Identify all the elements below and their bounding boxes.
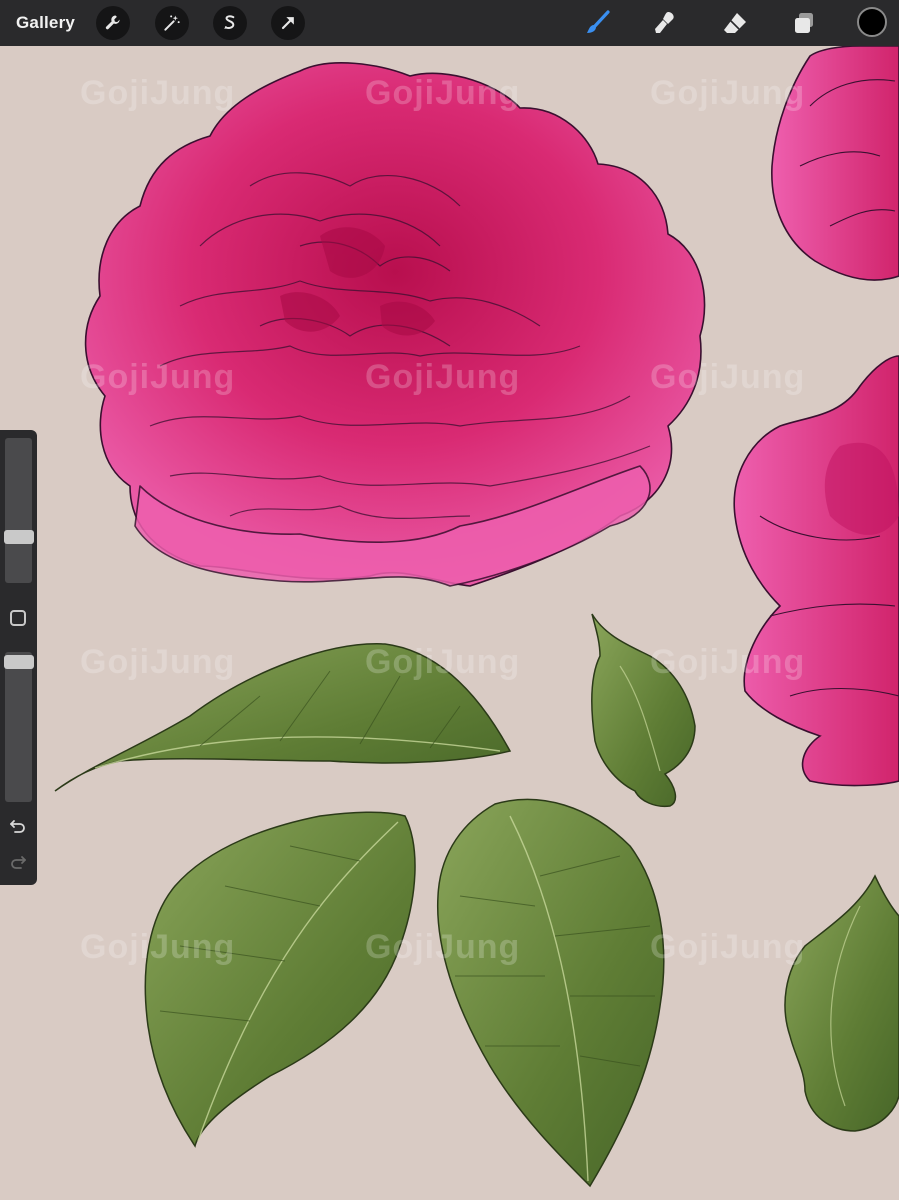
artwork (54, 46, 899, 1188)
smudge-tool[interactable] (648, 6, 682, 40)
leaf-lower-middle (436, 798, 665, 1188)
transform-arrow-icon (281, 17, 294, 30)
gallery-button[interactable]: Gallery (16, 13, 75, 33)
peony-flower (84, 62, 706, 587)
peony-partial-top (771, 46, 899, 281)
rose-bud (590, 613, 696, 808)
sidebar (0, 430, 37, 885)
brush-size-slider[interactable] (4, 438, 34, 583)
wrench-icon (105, 15, 120, 30)
leaf-horizontal (54, 643, 512, 792)
undo-icon[interactable] (8, 816, 28, 836)
layers-icon (795, 13, 813, 33)
selection-button[interactable] (213, 6, 247, 40)
leaf-lower-left (144, 811, 416, 1148)
brush-icon (587, 10, 610, 33)
color-picker-button[interactable] (857, 7, 887, 37)
opacity-thumb[interactable] (4, 655, 34, 669)
rose-bud-partial (784, 874, 899, 1132)
opacity-slider[interactable] (4, 652, 34, 802)
drawing-canvas[interactable]: GojiJung GojiJung GojiJung GojiJung Goji… (0, 46, 899, 1200)
eraser-tool[interactable] (718, 6, 752, 40)
transform-button[interactable] (271, 6, 305, 40)
eraser-icon (724, 13, 746, 33)
brush-size-thumb[interactable] (4, 530, 34, 544)
brush-tool[interactable] (581, 6, 615, 40)
peony-partial-middle (733, 355, 899, 787)
top-toolbar: Gallery (0, 0, 899, 46)
magic-wand-icon (164, 15, 180, 31)
modify-button[interactable] (10, 610, 26, 626)
smudge-icon (655, 12, 674, 33)
redo-icon[interactable] (8, 852, 28, 872)
selection-icon (224, 15, 235, 29)
actions-button[interactable] (96, 6, 130, 40)
adjustments-button[interactable] (155, 6, 189, 40)
layers-tool[interactable] (787, 6, 821, 40)
